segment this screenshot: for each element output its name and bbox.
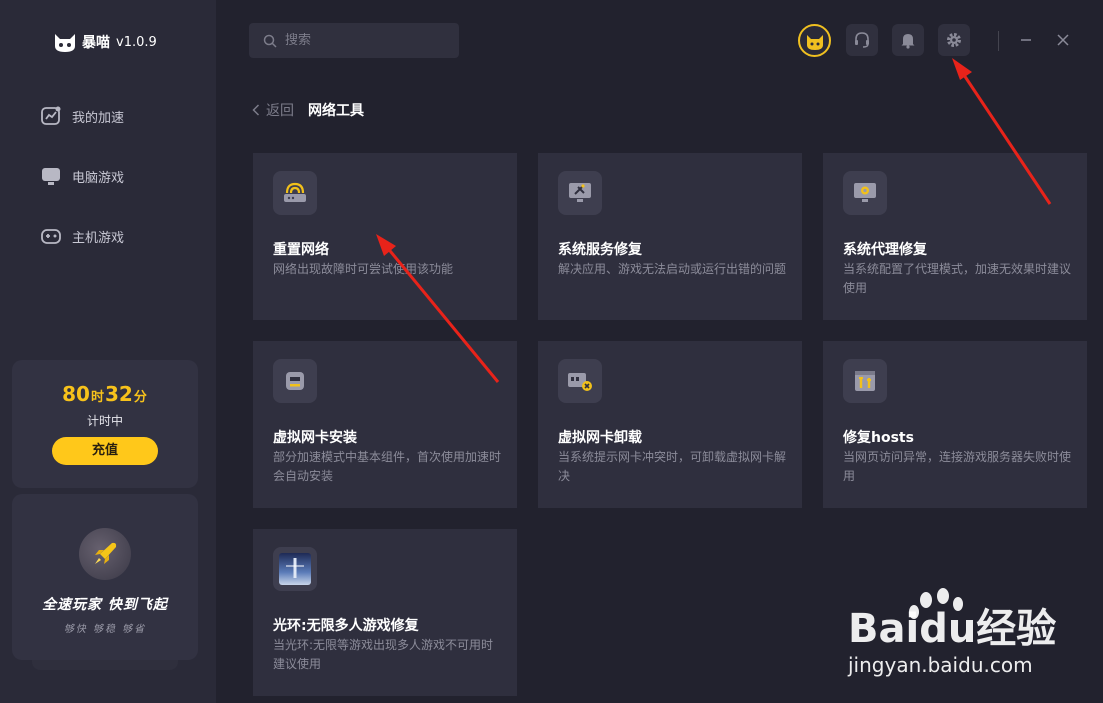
hosts-tools-icon [843,359,887,403]
promo-card-shadow [32,660,178,670]
timer-status: 计时中 [86,414,123,428]
sidebar-item-pc-games[interactable]: 电脑游戏 [40,165,124,187]
customer-service-button[interactable] [846,24,878,56]
card-title: 虚拟网卡卸载 [558,430,642,446]
app-logo: 暴喵 v1.0.9 [52,30,157,54]
page-title: 网络工具 [308,103,364,119]
card-description: 解决应用、游戏无法启动或运行出错的问题 [558,262,787,276]
speed-chart-icon [41,106,61,125]
remaining-time: 80 时 32 分 [12,382,198,406]
tool-card-system-service-repair[interactable]: 系统服务修复 解决应用、游戏无法启动或运行出错的问题 [538,153,802,320]
rocket-icon [79,528,131,580]
watermark-brand: Baidu经验 [848,606,1056,652]
card-description: 当网页访问异常，连接游戏服务器失败时使用 [843,450,1072,483]
network-card-icon [273,359,317,403]
card-description: 网络出现故障时可尝试使用该功能 [273,262,454,276]
sidebar-item-label: 我的加速 [72,110,125,126]
timer-hours: 80 [62,382,90,406]
watermark-url: jingyan.baidu.com [847,653,1033,677]
router-icon [273,171,317,215]
promo-subtitle: 够快 够稳 够省 [63,624,147,635]
close-button[interactable] [1053,30,1073,50]
timer-minutes: 32 [105,382,133,406]
sidebar: 暴喵 v1.0.9 我的加速 电脑游戏 主机游戏 80 时 32 分 计时中 充… [0,0,216,703]
search-box[interactable] [249,23,459,58]
card-title: 系统代理修复 [843,242,927,258]
timer-minute-unit: 分 [133,390,147,405]
minimize-button[interactable] [1016,30,1036,50]
baidu-jingyan-watermark: Baidu经验 jingyan.baidu.com [846,586,1056,682]
promo-card[interactable]: 全速玩家 快到飞起 够快 够稳 够省 [12,494,198,660]
minimize-icon [1021,39,1031,41]
app-version: v1.0.9 [116,34,157,50]
card-title: 系统服务修复 [558,242,642,258]
chevron-left-icon [252,104,260,116]
card-description: 当系统配置了代理模式，加速无效果时建议使用 [843,262,1072,295]
sidebar-item-label: 电脑游戏 [72,170,125,186]
timer-hour-unit: 时 [90,390,104,405]
card-description: 当系统提示网卡冲突时，可卸载虚拟网卡解决 [558,450,787,483]
notifications-button[interactable] [892,24,924,56]
tool-card-virtual-nic-uninstall[interactable]: 虚拟网卡卸载 当系统提示网卡冲突时，可卸载虚拟网卡解决 [538,341,802,508]
timer-card: 80 时 32 分 计时中 充值 [12,360,198,488]
tool-card-virtual-nic-install[interactable]: 虚拟网卡安装 部分加速模式中基本组件，首次使用加速时会自动安装 [253,341,517,508]
promo-title: 全速玩家 快到飞起 [42,597,168,613]
app-name: 暴喵 [82,35,110,51]
back-button[interactable]: 返回 [252,100,294,120]
card-title: 虚拟网卡安装 [273,430,357,446]
headset-icon [855,32,869,48]
cat-logo-icon [55,34,75,52]
breadcrumb: 返回 网络工具 [252,100,364,120]
card-title: 重置网络 [273,242,329,258]
monitor-gear-icon [843,171,887,215]
search-icon [263,34,277,48]
card-description: 部分加速模式中基本组件，首次使用加速时会自动安装 [273,450,502,483]
sidebar-item-my-speed[interactable]: 我的加速 [40,105,124,127]
back-label: 返回 [266,103,294,119]
settings-button[interactable] [938,24,970,56]
tool-card-halo-multiplayer-repair[interactable]: 光环:无限多人游戏修复 当光环:无限等游戏出现多人游戏不可用时建议使用 [253,529,517,696]
tool-card-reset-network[interactable]: 重置网络 网络出现故障时可尝试使用该功能 [253,153,517,320]
sidebar-item-console-games[interactable]: 主机游戏 [40,225,124,247]
search-input[interactable] [285,33,445,48]
baidu-paw-logo-icon: Baidu经验jingyan.baidu.com [847,588,1056,677]
tool-card-system-proxy-repair[interactable]: 系统代理修复 当系统配置了代理模式，加速无效果时建议使用 [823,153,1087,320]
card-title: 光环:无限多人游戏修复 [273,618,419,634]
halo-game-icon [273,547,317,591]
close-icon [1057,34,1069,46]
recharge-button[interactable]: 充值 [52,437,158,465]
bell-icon [901,34,915,49]
tool-card-repair-hosts[interactable]: 修复hosts 当网页访问异常，连接游戏服务器失败时使用 [823,341,1087,508]
avatar[interactable] [798,24,831,57]
gamepad-icon [41,229,61,244]
toolbar-divider [998,31,999,51]
monitor-tools-icon [558,171,602,215]
cat-avatar-icon [806,34,823,50]
card-title: 修复hosts [843,430,914,446]
monitor-icon [42,168,60,185]
gear-icon [947,33,961,47]
network-card-remove-icon [558,359,602,403]
sidebar-item-label: 主机游戏 [72,230,125,246]
card-description: 当光环:无限等游戏出现多人游戏不可用时建议使用 [273,638,494,671]
